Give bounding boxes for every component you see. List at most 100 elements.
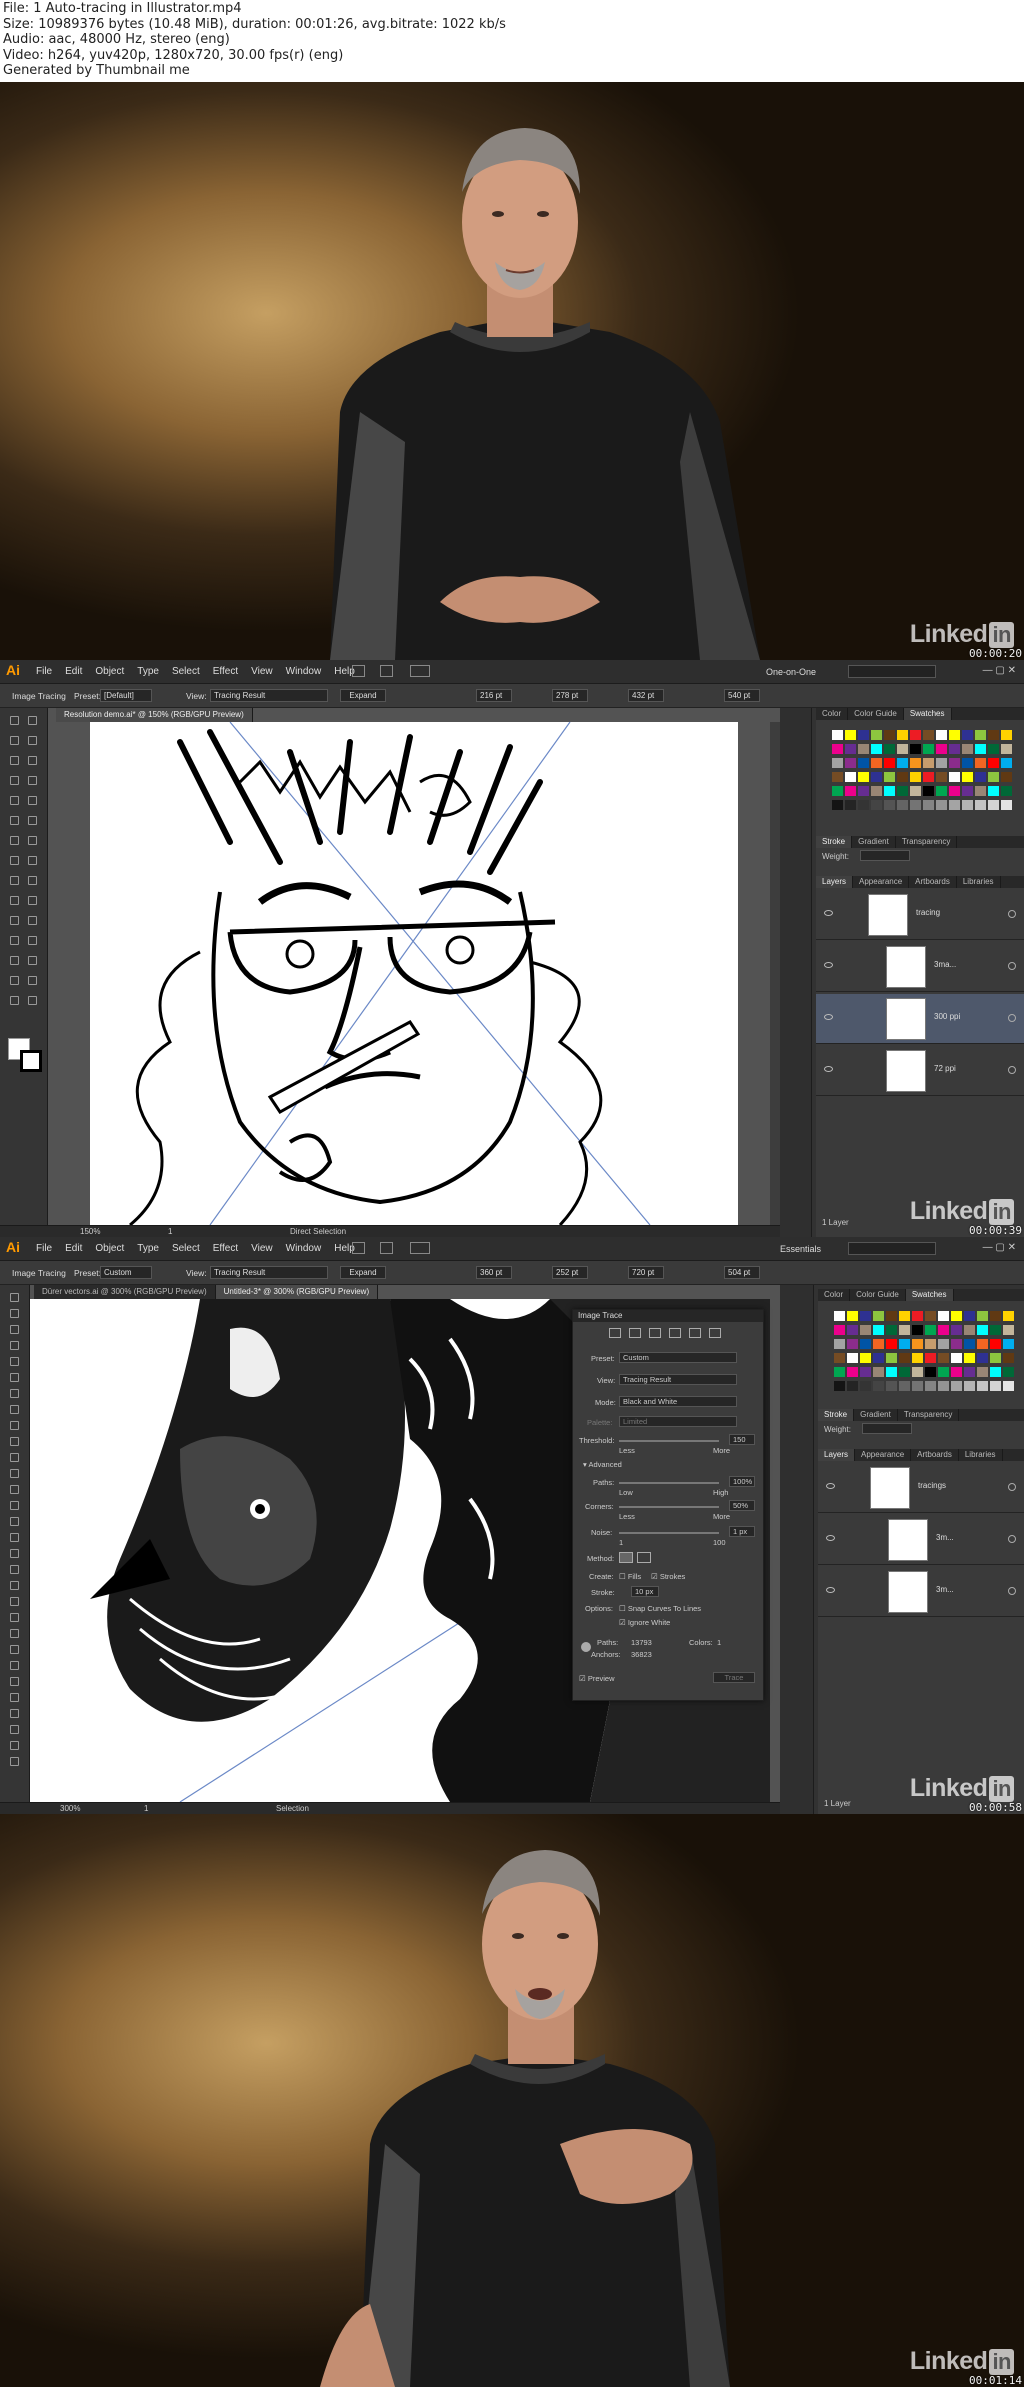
swatch[interactable]: [834, 1325, 845, 1335]
swatch[interactable]: [910, 786, 921, 796]
swatch[interactable]: [884, 800, 895, 810]
swatch[interactable]: [962, 758, 973, 768]
swatch[interactable]: [860, 1325, 871, 1335]
tool-icon[interactable]: [28, 916, 37, 925]
visibility-icon[interactable]: [826, 1483, 835, 1489]
swatch[interactable]: [871, 758, 882, 768]
trace-mode-dropdown[interactable]: Black and White: [619, 1396, 737, 1407]
layer-row[interactable]: 3m...: [818, 1567, 1024, 1617]
menu-window[interactable]: Window: [286, 666, 322, 677]
swatch[interactable]: [845, 758, 856, 768]
tool-icon[interactable]: [10, 1501, 19, 1510]
tab-swatches[interactable]: Swatches: [905, 1289, 954, 1301]
menu-edit[interactable]: Edit: [65, 1243, 82, 1254]
arrange-docs-icon[interactable]: [410, 665, 430, 677]
layer-row[interactable]: 3ma...: [816, 942, 1024, 992]
tool-icon[interactable]: [10, 1565, 19, 1574]
menu-window[interactable]: Window: [286, 1243, 322, 1254]
tool-icon[interactable]: [10, 836, 19, 845]
tab-color-guide[interactable]: Color Guide: [848, 708, 904, 720]
tool-icon[interactable]: [10, 956, 19, 965]
tool-icon[interactable]: [10, 1517, 19, 1526]
menu-object[interactable]: Object: [95, 666, 124, 677]
swatch[interactable]: [834, 1381, 845, 1391]
tool-icon[interactable]: [10, 1469, 19, 1478]
tool-icon[interactable]: [10, 1373, 19, 1382]
swatch[interactable]: [912, 1339, 923, 1349]
search-input[interactable]: [848, 1242, 936, 1255]
tab-libraries[interactable]: Libraries: [957, 876, 1001, 888]
tool-icon[interactable]: [10, 916, 19, 925]
target-icon[interactable]: [1008, 1535, 1016, 1543]
menu-file[interactable]: File: [36, 1243, 52, 1254]
tool-icon[interactable]: [10, 1741, 19, 1750]
swatch[interactable]: [951, 1325, 962, 1335]
tool-icon[interactable]: [10, 1325, 19, 1334]
x-field[interactable]: 360 pt: [476, 1266, 512, 1279]
swatch[interactable]: [910, 758, 921, 768]
snap-curves-checkbox[interactable]: ☐ Snap Curves To Lines: [619, 1604, 701, 1613]
swatch[interactable]: [847, 1311, 858, 1321]
swatch[interactable]: [975, 772, 986, 782]
zoom-field[interactable]: 150%: [80, 1227, 100, 1236]
canvas-area[interactable]: Resolution demo.ai* @ 150% (RGB/GPU Prev…: [48, 708, 780, 1225]
stock-icon[interactable]: [380, 665, 393, 677]
swatch[interactable]: [988, 758, 999, 768]
swatch[interactable]: [897, 758, 908, 768]
tool-icon[interactable]: [10, 1485, 19, 1494]
swatch[interactable]: [847, 1339, 858, 1349]
swatch[interactable]: [834, 1367, 845, 1377]
menu-file[interactable]: File: [36, 666, 52, 677]
tool-icon[interactable]: [28, 836, 37, 845]
y-field[interactable]: 278 pt: [552, 689, 588, 702]
view-dropdown[interactable]: Tracing Result: [210, 1266, 328, 1279]
swatch[interactable]: [925, 1325, 936, 1335]
tool-icon[interactable]: [28, 736, 37, 745]
advanced-toggle[interactable]: ▾ Advanced: [583, 1460, 622, 1469]
threshold-slider[interactable]: [619, 1440, 719, 1442]
tool-icon[interactable]: [28, 816, 37, 825]
swatch[interactable]: [1003, 1339, 1014, 1349]
swatch[interactable]: [990, 1381, 1001, 1391]
view-dropdown[interactable]: Tracing Result: [210, 689, 328, 702]
swatch[interactable]: [936, 800, 947, 810]
swatch[interactable]: [990, 1339, 1001, 1349]
visibility-icon[interactable]: [824, 1066, 833, 1072]
tab-stroke[interactable]: Stroke: [816, 836, 853, 848]
tool-icon[interactable]: [10, 1389, 19, 1398]
swatch[interactable]: [899, 1353, 910, 1363]
tab-transparency[interactable]: Transparency: [896, 836, 958, 848]
swatch[interactable]: [951, 1353, 962, 1363]
swatch[interactable]: [832, 772, 843, 782]
tab-layers[interactable]: Layers: [816, 876, 854, 888]
x-field[interactable]: 216 pt: [476, 689, 512, 702]
swatch[interactable]: [923, 786, 934, 796]
visibility-icon[interactable]: [826, 1535, 835, 1541]
expand-button[interactable]: Expand: [340, 1266, 386, 1279]
swatch[interactable]: [977, 1367, 988, 1377]
tool-icon[interactable]: [10, 816, 19, 825]
noise-field[interactable]: 1 px: [729, 1526, 755, 1537]
tab-color-guide[interactable]: Color Guide: [850, 1289, 906, 1301]
bridge-icon[interactable]: [352, 665, 365, 677]
swatch[interactable]: [962, 800, 973, 810]
swatch[interactable]: [938, 1381, 949, 1391]
tool-icon[interactable]: [10, 896, 19, 905]
arrange-docs-icon[interactable]: [410, 1242, 430, 1254]
swatch[interactable]: [923, 800, 934, 810]
swatch[interactable]: [912, 1325, 923, 1335]
target-icon[interactable]: [1008, 1483, 1016, 1491]
tab-gradient[interactable]: Gradient: [852, 836, 896, 848]
swatch[interactable]: [938, 1339, 949, 1349]
swatch[interactable]: [832, 800, 843, 810]
tab-appearance[interactable]: Appearance: [855, 1449, 912, 1461]
swatch[interactable]: [964, 1339, 975, 1349]
tool-icon[interactable]: [10, 1581, 19, 1590]
swatch[interactable]: [860, 1339, 871, 1349]
y-field[interactable]: 252 pt: [552, 1266, 588, 1279]
swatch[interactable]: [1001, 730, 1012, 740]
corners-slider[interactable]: [619, 1506, 719, 1508]
swatch[interactable]: [977, 1353, 988, 1363]
swatch[interactable]: [988, 744, 999, 754]
swatch[interactable]: [1003, 1325, 1014, 1335]
